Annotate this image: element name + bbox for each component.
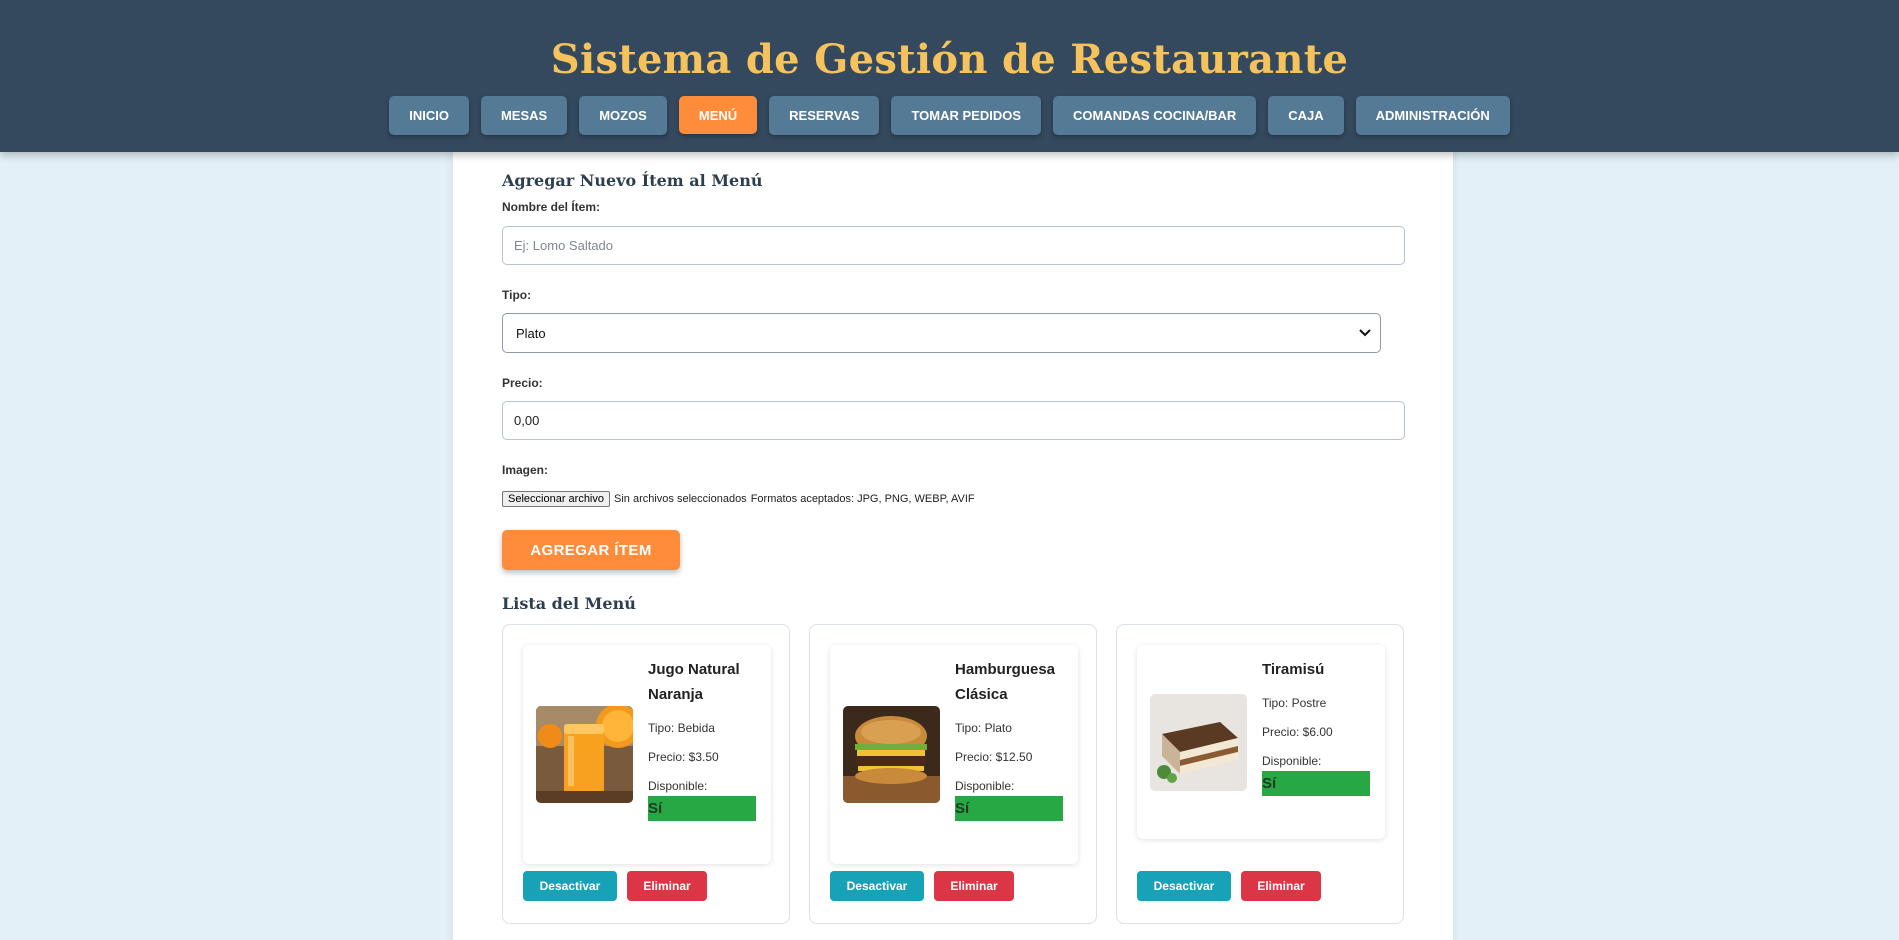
- nav-mesas[interactable]: MESAS: [480, 96, 568, 135]
- menu-item-name: Hamburguesa Clásica: [955, 661, 1056, 703]
- price-input[interactable]: 0,00: [502, 401, 1405, 440]
- main-nav: INICIO MESAS MOZOS MENÚ RESERVAS TOMAR P…: [0, 96, 1899, 135]
- menu-item-info: Jugo Natural Naranja Tipo: Bebida Precio…: [648, 657, 758, 821]
- menu-item-available-label: Disponible:: [648, 779, 708, 793]
- image-label: Imagen:: [502, 463, 549, 477]
- deactivate-button[interactable]: Desactivar: [523, 871, 617, 901]
- file-formats-hint: Formatos aceptados: JPG, PNG, WEBP, AVIF: [750, 493, 975, 505]
- deactivate-button[interactable]: Desactivar: [830, 871, 924, 901]
- menu-item-card: Hamburguesa Clásica Tipo: Plato Precio: …: [809, 624, 1097, 924]
- availability-badge: Sí: [1262, 771, 1370, 796]
- menu-item-card: Tiramisú Tipo: Postre Precio: $6.00 Disp…: [1116, 624, 1404, 924]
- menu-item-price: Precio: $12.50: [955, 750, 1033, 764]
- menu-item-card: Jugo Natural Naranja Tipo: Bebida Precio…: [502, 624, 790, 924]
- price-label: Precio:: [502, 376, 543, 390]
- menu-item-name: Tiramisú: [1262, 661, 1325, 678]
- menu-item-details: Jugo Natural Naranja Tipo: Bebida Precio…: [523, 645, 771, 864]
- delete-button[interactable]: Eliminar: [627, 871, 707, 901]
- deactivate-button[interactable]: Desactivar: [1137, 871, 1231, 901]
- menu-item-price: Precio: $6.00: [1262, 725, 1333, 739]
- app-title: Sistema de Gestión de Restaurante: [550, 36, 1349, 83]
- type-label: Tipo:: [502, 288, 532, 302]
- nav-inicio[interactable]: INICIO: [389, 96, 469, 135]
- nav-caja[interactable]: CAJA: [1268, 96, 1344, 135]
- menu-item-type: Tipo: Postre: [1262, 696, 1327, 710]
- choose-file-button[interactable]: Seleccionar archivo: [502, 491, 610, 507]
- card-actions: Desactivar Eliminar: [1137, 871, 1321, 901]
- menu-item-details: Tiramisú Tipo: Postre Precio: $6.00 Disp…: [1137, 645, 1385, 839]
- burger-image: [843, 706, 940, 803]
- delete-button[interactable]: Eliminar: [934, 871, 1014, 901]
- nav-comandas[interactable]: COMANDAS COCINA/BAR: [1053, 96, 1257, 135]
- delete-button[interactable]: Eliminar: [1241, 871, 1321, 901]
- chevron-down-icon: [1354, 322, 1376, 344]
- availability-badge: Sí: [955, 796, 1063, 821]
- menu-item-type: Tipo: Bebida: [648, 721, 715, 735]
- image-file-row: Seleccionar archivo Sin archivos selecci…: [502, 491, 975, 507]
- add-item-heading: Agregar Nuevo Ítem al Menú: [502, 171, 763, 190]
- add-item-button[interactable]: AGREGAR ÍTEM: [502, 530, 680, 570]
- nav-menu[interactable]: MENÚ: [678, 96, 758, 134]
- orange-juice-image: [536, 706, 633, 803]
- app-header: Sistema de Gestión de Restaurante INICIO…: [0, 0, 1899, 152]
- tiramisu-image: [1150, 694, 1247, 791]
- card-actions: Desactivar Eliminar: [830, 871, 1014, 901]
- card-actions: Desactivar Eliminar: [523, 871, 707, 901]
- menu-item-price: Precio: $3.50: [648, 750, 719, 764]
- availability-badge: Sí: [648, 796, 756, 821]
- item-name-label: Nombre del Ítem:: [502, 200, 601, 214]
- type-select[interactable]: Plato: [502, 313, 1381, 353]
- nav-mozos[interactable]: MOZOS: [579, 96, 667, 135]
- nav-reservas[interactable]: RESERVAS: [769, 96, 880, 135]
- menu-item-name: Jugo Natural Naranja: [648, 661, 740, 703]
- menu-item-info: Tiramisú Tipo: Postre Precio: $6.00 Disp…: [1262, 657, 1372, 796]
- nav-tomar-pedidos[interactable]: TOMAR PEDIDOS: [891, 96, 1042, 135]
- menu-item-available-label: Disponible:: [955, 779, 1015, 793]
- menu-item-available-label: Disponible:: [1262, 754, 1322, 768]
- type-select-value: Plato: [516, 325, 546, 341]
- file-status: Sin archivos seleccionados: [614, 493, 747, 505]
- menu-item-info: Hamburguesa Clásica Tipo: Plato Precio: …: [955, 657, 1065, 821]
- item-name-input[interactable]: Ej: Lomo Saltado: [502, 226, 1405, 265]
- menu-item-type: Tipo: Plato: [955, 721, 1012, 735]
- nav-administracion[interactable]: ADMINISTRACIÓN: [1355, 96, 1510, 135]
- menu-item-details: Hamburguesa Clásica Tipo: Plato Precio: …: [830, 645, 1078, 864]
- menu-list-heading: Lista del Menú: [502, 594, 636, 613]
